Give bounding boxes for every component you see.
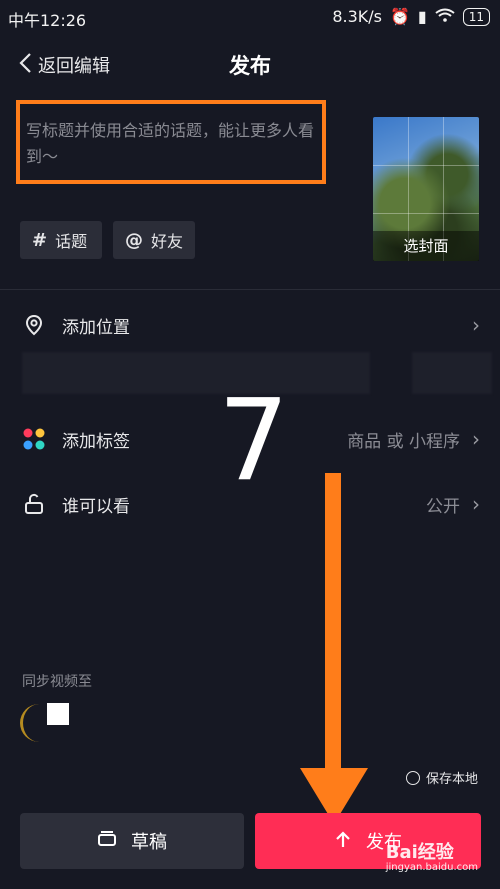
add-tag-value: 商品 或 小程序	[347, 431, 460, 452]
friends-chip[interactable]: @ 好友	[113, 221, 195, 259]
battery-icon: 11	[462, 7, 490, 26]
add-location-row[interactable]: 添加位置 ›	[0, 300, 500, 350]
page-title: 发布	[229, 54, 271, 78]
sync-platform-square[interactable]	[47, 703, 69, 725]
save-local-label: 保存本地	[425, 772, 478, 787]
watermark-url: jingyan.baidu.com	[385, 862, 478, 873]
divider	[0, 289, 500, 290]
add-tag-label: 添加标签	[62, 431, 130, 452]
signal-icon: ▮	[417, 7, 427, 26]
chevron-right-icon: ›	[472, 313, 480, 337]
sync-video-label: 同步视频至	[22, 674, 92, 690]
radio-circle-icon	[405, 770, 420, 785]
draft-button[interactable]: 草稿	[20, 813, 244, 869]
add-location-label: 添加位置	[62, 317, 130, 338]
visibility-label: 谁可以看	[62, 496, 130, 517]
status-time: 中午12:26	[8, 11, 87, 30]
topic-chip[interactable]: # 话题	[20, 221, 102, 259]
at-icon: @	[125, 229, 143, 251]
unlock-icon	[22, 492, 46, 516]
save-local-option[interactable]: 保存本地	[405, 768, 478, 787]
network-speed: 8.3K/s	[332, 7, 382, 26]
annotation-arrow-shaft	[325, 473, 341, 773]
status-icons: 8.3K/s ⏰ ▮ 11	[332, 7, 490, 26]
topic-chip-label: 话题	[55, 232, 88, 251]
wifi-icon	[435, 7, 455, 26]
baidu-watermark: Bai经验 jingyan.baidu.com	[386, 838, 478, 873]
alarm-icon: ⏰	[389, 7, 410, 26]
select-cover-button[interactable]: 选封面	[373, 231, 479, 261]
caption-input[interactable]: 写标题并使用合适的话题，能让更多人看到～	[26, 118, 326, 170]
watermark-brand: Bai经验	[385, 842, 454, 863]
chevron-right-icon: ›	[472, 427, 480, 451]
visibility-value: 公开	[426, 496, 460, 517]
location-pin-icon	[22, 313, 46, 337]
chevron-right-icon: ›	[472, 492, 480, 516]
hashtag-icon: #	[32, 229, 48, 251]
step-number-annotation: 7	[218, 376, 290, 506]
tag-dots-icon	[22, 427, 46, 451]
draft-box-icon	[97, 830, 117, 852]
status-bar: 中午12:26 8.3K/s ⏰ ▮ 11	[0, 0, 500, 34]
upload-arrow-icon	[334, 829, 352, 854]
draft-label: 草稿	[131, 832, 167, 853]
friends-chip-label: 好友	[151, 232, 184, 251]
